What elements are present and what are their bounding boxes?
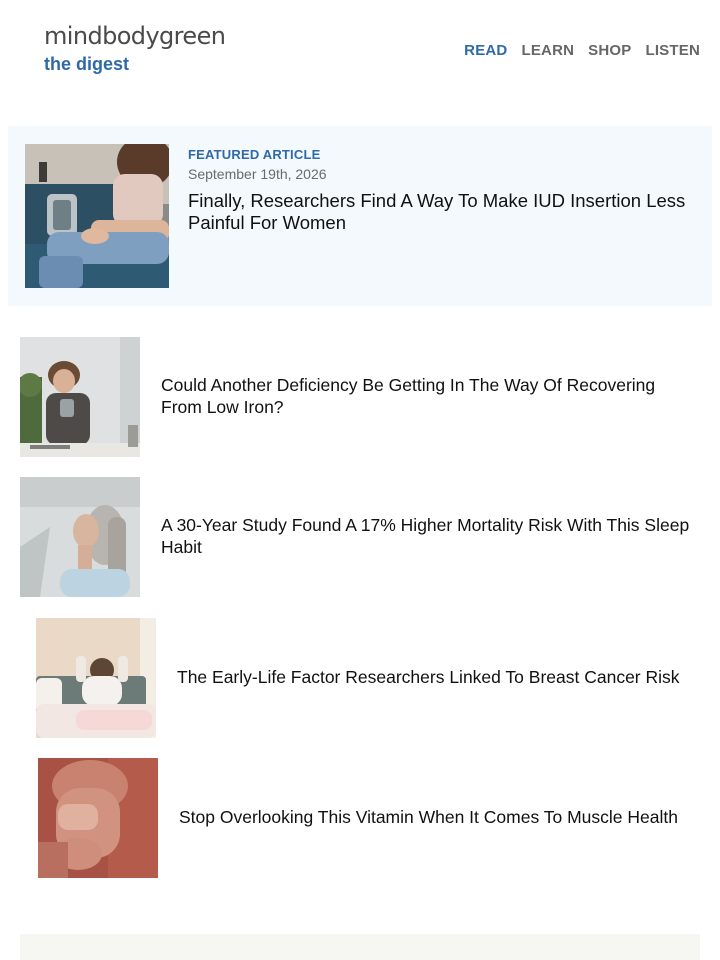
article-item[interactable]: Could Another Deficiency Be Getting In T… xyxy=(20,337,700,457)
article-title[interactable]: A 30-Year Study Found A 17% Higher Morta… xyxy=(161,514,701,558)
article-item[interactable]: The Early-Life Factor Researchers Linked… xyxy=(36,618,700,738)
featured-article-title[interactable]: Finally, Researchers Find A Way To Make … xyxy=(188,190,688,234)
nav-item-listen[interactable]: LISTEN xyxy=(645,42,700,59)
article-title[interactable]: The Early-Life Factor Researchers Linked… xyxy=(177,666,697,688)
brand-subtitle: the digest xyxy=(44,54,130,74)
article-item[interactable]: A 30-Year Study Found A 17% Higher Morta… xyxy=(20,477,700,597)
nav-item-shop[interactable]: SHOP xyxy=(588,42,631,59)
featured-article-image[interactable] xyxy=(25,144,169,288)
nav-item-learn[interactable]: LEARN xyxy=(521,42,574,59)
article-item[interactable]: Stop Overlooking This Vitamin When It Co… xyxy=(38,758,700,878)
article-thumbnail[interactable] xyxy=(36,618,156,738)
article-title[interactable]: Stop Overlooking This Vitamin When It Co… xyxy=(179,806,699,828)
article-thumbnail[interactable] xyxy=(38,758,158,878)
brand-logo[interactable]: mindbodygreen xyxy=(44,22,226,50)
featured-label: FEATURED ARTICLE xyxy=(188,147,321,162)
article-title[interactable]: Could Another Deficiency Be Getting In T… xyxy=(161,374,681,418)
featured-date: September 19th, 2026 xyxy=(188,166,327,182)
footer-section xyxy=(20,934,700,960)
featured-article-card[interactable]: FEATURED ARTICLE September 19th, 2026 Fi… xyxy=(8,126,712,306)
article-thumbnail[interactable] xyxy=(20,477,140,597)
article-thumbnail[interactable] xyxy=(20,337,140,457)
main-nav: READ LEARN SHOP LISTEN xyxy=(464,42,700,59)
nav-item-read[interactable]: READ xyxy=(464,42,507,59)
